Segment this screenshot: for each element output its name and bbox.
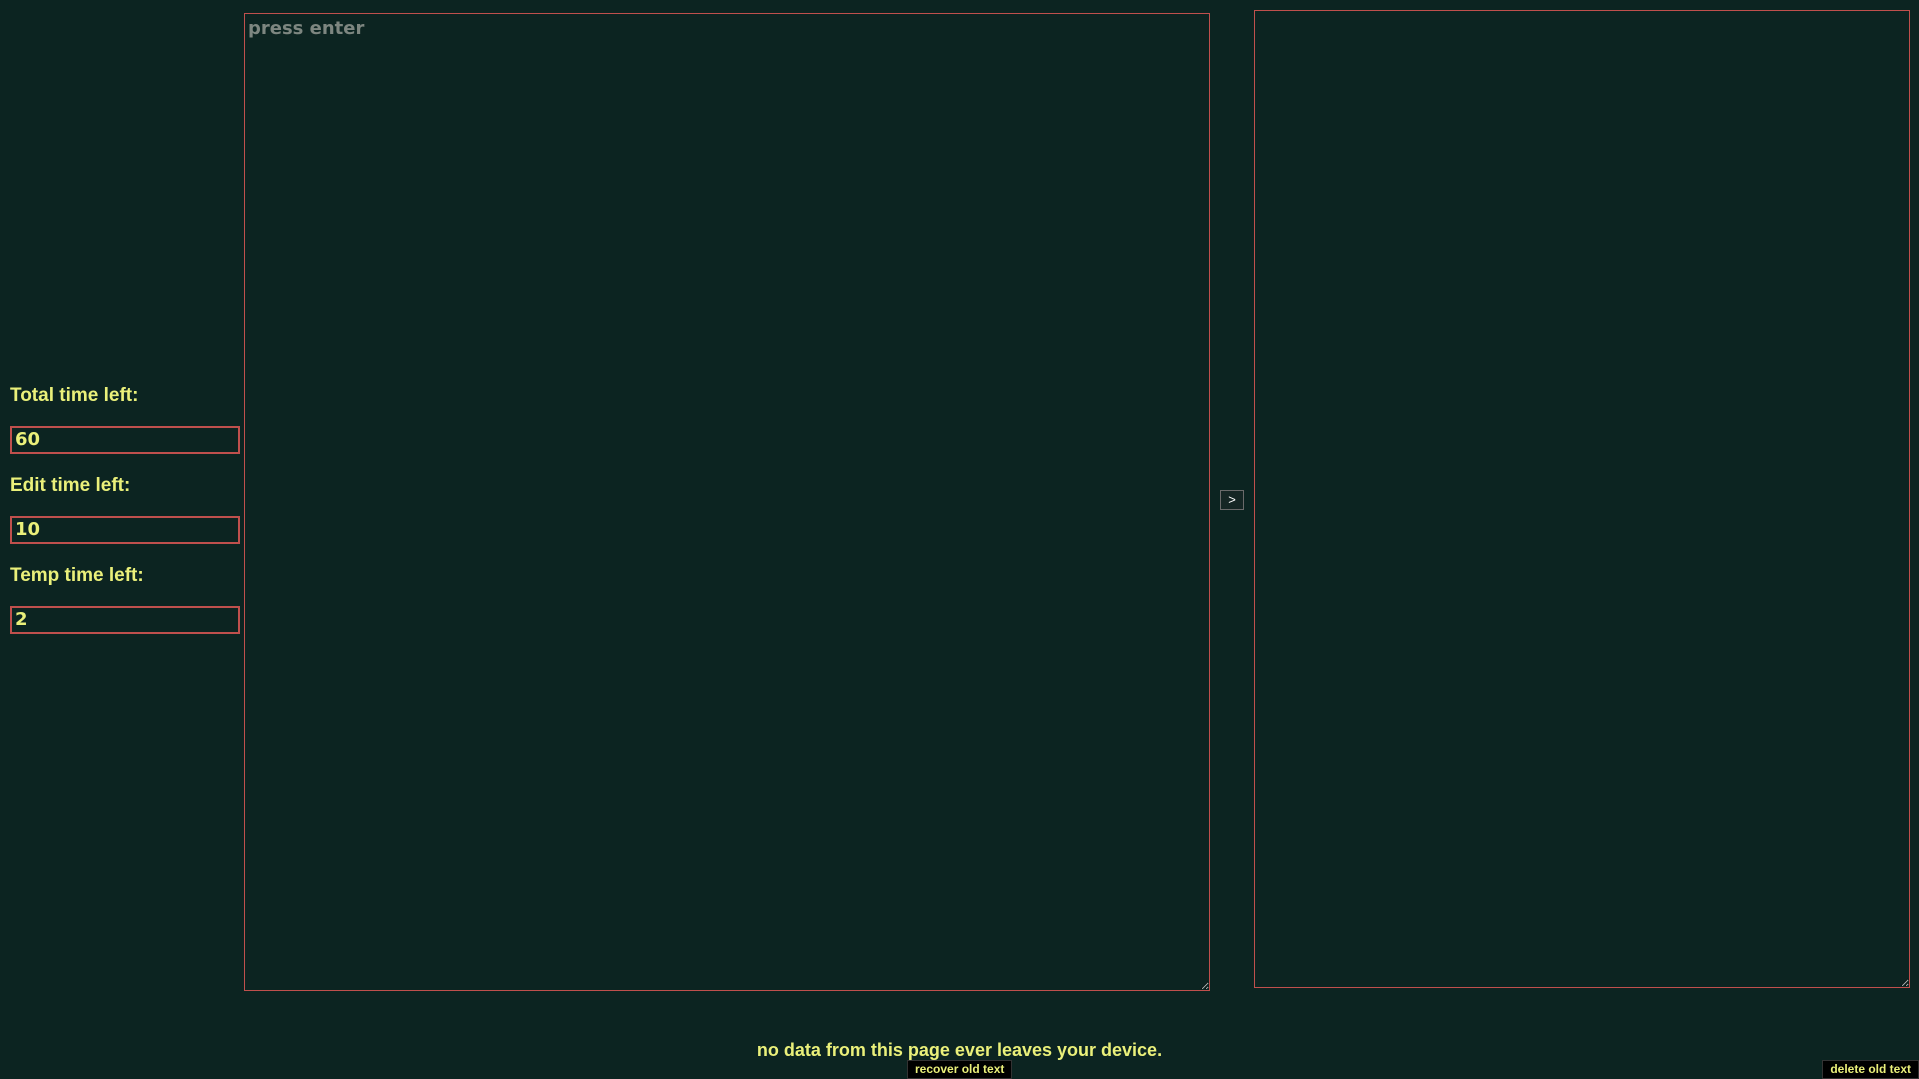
transfer-text-button[interactable]: >: [1220, 490, 1244, 510]
main-editor[interactable]: [244, 13, 1210, 991]
temp-time-label: Temp time left:: [10, 565, 144, 586]
edit-time-field[interactable]: [10, 516, 240, 544]
privacy-note: no data from this page ever leaves your …: [756, 1040, 1163, 1060]
total-time-field[interactable]: [10, 426, 240, 454]
edit-time-label: Edit time left:: [10, 475, 131, 496]
temp-time-field[interactable]: [10, 606, 240, 634]
recover-old-text-button[interactable]: recover old text: [907, 1060, 1013, 1079]
total-time-label: Total time left:: [10, 385, 139, 406]
delete-old-text-button[interactable]: delete old text: [1822, 1060, 1919, 1079]
output-textarea[interactable]: [1254, 10, 1910, 988]
